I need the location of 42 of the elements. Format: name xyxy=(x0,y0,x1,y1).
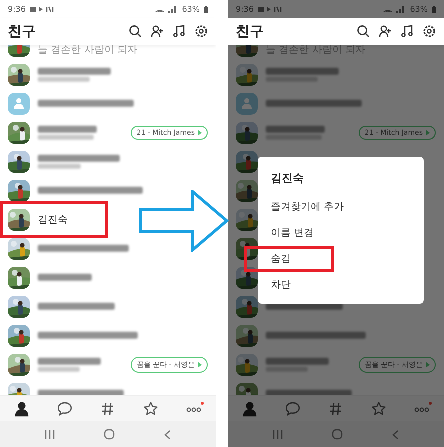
settings-icon[interactable] xyxy=(423,25,436,38)
blurred-name xyxy=(266,358,329,364)
page-title: 친구 xyxy=(8,22,37,40)
search-icon[interactable] xyxy=(357,25,370,38)
menu-item[interactable]: 숨김 xyxy=(271,254,291,265)
chat-icon[interactable] xyxy=(56,400,73,416)
music-icon[interactable] xyxy=(173,25,186,38)
add-friend-icon[interactable] xyxy=(151,25,164,38)
status-message: 늘 겸손한 사람이 되자 xyxy=(38,45,138,57)
clock-text: 9:36 xyxy=(8,4,26,14)
notification-icons xyxy=(30,6,56,12)
blurred-name xyxy=(38,274,92,281)
page-title: 친구 xyxy=(236,22,265,40)
battery-icon xyxy=(432,6,436,12)
person-icon[interactable] xyxy=(14,400,30,416)
blurred-name xyxy=(38,126,97,132)
star-icon[interactable] xyxy=(371,400,388,416)
back-icon[interactable] xyxy=(164,430,172,440)
chat-icon[interactable] xyxy=(284,400,301,416)
menu-item[interactable]: 이름 변경 xyxy=(271,228,314,239)
blurred-name xyxy=(38,358,101,364)
friend-name[interactable]: 김진숙 xyxy=(38,212,68,226)
search-icon[interactable] xyxy=(129,25,142,38)
home-icon[interactable] xyxy=(104,429,115,440)
settings-icon[interactable] xyxy=(195,25,208,38)
signal-icon xyxy=(154,6,178,12)
add-friend-icon[interactable] xyxy=(379,25,392,38)
clock-text: 9:36 xyxy=(236,4,254,14)
battery-text: 63% xyxy=(182,4,200,14)
battery-text: 63% xyxy=(410,4,428,14)
battery-icon xyxy=(204,6,208,12)
menu-title: 김진숙 xyxy=(270,171,305,187)
music-icon[interactable] xyxy=(401,25,414,38)
recent-apps-icon[interactable] xyxy=(44,430,55,439)
star-icon[interactable] xyxy=(143,400,160,416)
signal-icon xyxy=(382,6,406,12)
menu-item[interactable]: 즐겨찾기에 추가 xyxy=(271,202,344,213)
hashtag-icon[interactable] xyxy=(100,400,116,416)
blurred-name xyxy=(266,126,325,132)
notification-icons xyxy=(258,6,284,12)
menu-item[interactable]: 차단 xyxy=(271,280,291,291)
hashtag-icon[interactable] xyxy=(328,400,344,416)
